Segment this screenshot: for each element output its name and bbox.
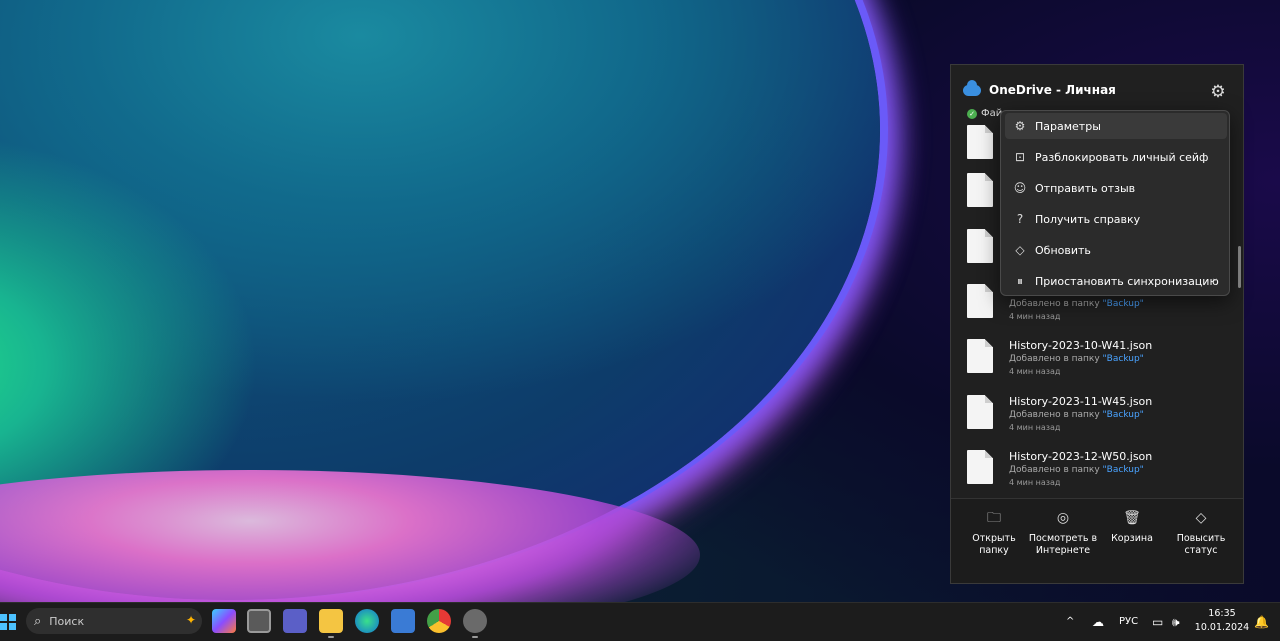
menu-item-unlock-vault[interactable]: ⊡ Разблокировать личный сейф [1005,144,1227,170]
file-explorer-icon[interactable] [319,609,343,633]
file-added-text: Добавлено в папку "Backup" [1009,299,1144,309]
panel-header: OneDrive - Личная [963,79,1116,97]
lock-icon: ⊡ [1014,150,1026,164]
view-online-button[interactable]: ◎ Посмотреть в Интернете [1028,507,1098,557]
taskbar: ⌕ Поиск ✦ ^ ☁ РУС ▭ 🕪 16:35 10.01.2024 🔔 [0,602,1280,641]
settings-gear-button[interactable]: ⚙ [1207,81,1229,103]
file-item[interactable]: History-2023-10-W41.json Добавлено в пап… [967,339,1217,391]
folder-link[interactable]: "Backup" [1103,299,1144,309]
search-highlight-icon: ✦ [185,613,196,627]
folder-icon: 🗀 [987,510,1001,526]
store-app-icon[interactable] [391,609,415,633]
file-name: History-2023-11-W45.json [1009,395,1153,408]
menu-item-feedback[interactable]: ☺ Отправить отзыв [1005,175,1227,201]
chevron-up-icon[interactable]: ^ [1066,603,1074,641]
file-icon [967,395,993,429]
chevron-down-icon: ⌄ [1210,273,1219,284]
search-icon: ⌕ [34,613,42,629]
network-icon[interactable]: ▭ [1152,603,1163,641]
file-added-text: Добавлено в папку "Backup" [1009,465,1144,475]
clock-time: 16:35 [1208,608,1236,619]
edge-browser-icon[interactable] [355,609,379,633]
onedrive-tray-icon[interactable]: ☁ [1092,603,1104,641]
file-time: 4 мин назад [1009,478,1061,487]
search-placeholder: Поиск [49,614,85,628]
file-name: History-2023-10-W41.json [1009,339,1153,352]
menu-item-upgrade[interactable]: ◇ Обновить [1005,237,1227,263]
file-item[interactable]: History-2023-11-W45.json Добавлено в пап… [967,395,1217,447]
settings-app-icon[interactable] [463,609,487,633]
file-added-text: Добавлено в папку "Backup" [1009,354,1144,364]
file-icon [967,284,993,318]
check-icon: ✓ [967,108,977,119]
menu-item-pause-sync[interactable]: ⏸ Приостановить синхронизацию [1005,268,1227,294]
diamond-icon: ◇ [1015,243,1025,257]
open-folder-button[interactable]: 🗀 Открыть папку [959,507,1029,557]
folder-link[interactable]: "Backup" [1103,410,1144,420]
file-icon [967,339,993,373]
file-icon [967,173,993,207]
copilot-app-icon[interactable] [212,609,236,633]
windows-logo-tile [9,614,16,621]
task-view-icon[interactable] [247,609,271,633]
help-icon: ? [1016,212,1024,226]
globe-icon: ◎ [1056,510,1070,526]
running-indicator [328,636,334,638]
recycle-bin-button[interactable]: 🗑 Корзина [1097,507,1167,545]
onedrive-cloud-icon [963,79,981,96]
pause-icon: ⏸ [1016,273,1023,288]
menu-item-help[interactable]: ? Получить справку [1005,206,1227,232]
chrome-browser-icon[interactable] [427,609,451,633]
taskbar-search[interactable]: ⌕ Поиск ✦ [26,608,202,634]
feedback-icon: ☺ [1013,181,1027,195]
file-icon [967,125,993,159]
file-time: 4 мин назад [1009,312,1061,321]
panel-title: OneDrive - Личная [989,83,1116,97]
file-name: History-2023-12-W50.json [1009,450,1153,463]
sync-status: ✓ Фай [967,108,1002,119]
file-time: 4 мин назад [1009,423,1061,432]
start-button[interactable] [0,614,16,630]
file-icon [967,229,993,263]
teams-app-icon[interactable] [283,609,307,633]
trash-icon: 🗑 [1123,510,1141,526]
windows-logo-tile [9,623,16,630]
diamond-icon: ◇ [1195,510,1207,526]
clock[interactable]: 16:35 10.01.2024 [1192,607,1252,635]
volume-icon[interactable]: 🕪 [1172,603,1180,641]
gear-icon: ⚙ [1014,119,1026,133]
upgrade-button[interactable]: ◇ Повысить статус [1166,507,1236,557]
language-indicator[interactable]: РУС [1119,603,1138,641]
folder-link[interactable]: "Backup" [1103,354,1144,364]
settings-menu: ⚙ Параметры ⊡ Разблокировать личный сейф… [1000,110,1230,296]
panel-scrollbar[interactable] [1238,246,1241,288]
notification-bell-icon[interactable]: 🔔 [1254,603,1269,641]
file-time: 4 мин назад [1009,367,1061,376]
folder-link[interactable]: "Backup" [1103,465,1144,475]
file-added-text: Добавлено в папку "Backup" [1009,410,1144,420]
file-item[interactable]: History-2023-12-W50.json Добавлено в пап… [967,450,1217,502]
panel-footer: 🗀 Открыть папку ◎ Посмотреть в Интернете… [951,498,1243,583]
file-icon [967,450,993,484]
running-indicator [472,636,478,638]
windows-logo-tile [0,614,7,621]
clock-date: 10.01.2024 [1194,622,1250,633]
menu-item-settings[interactable]: ⚙ Параметры [1005,113,1227,139]
windows-logo-tile [0,623,7,630]
